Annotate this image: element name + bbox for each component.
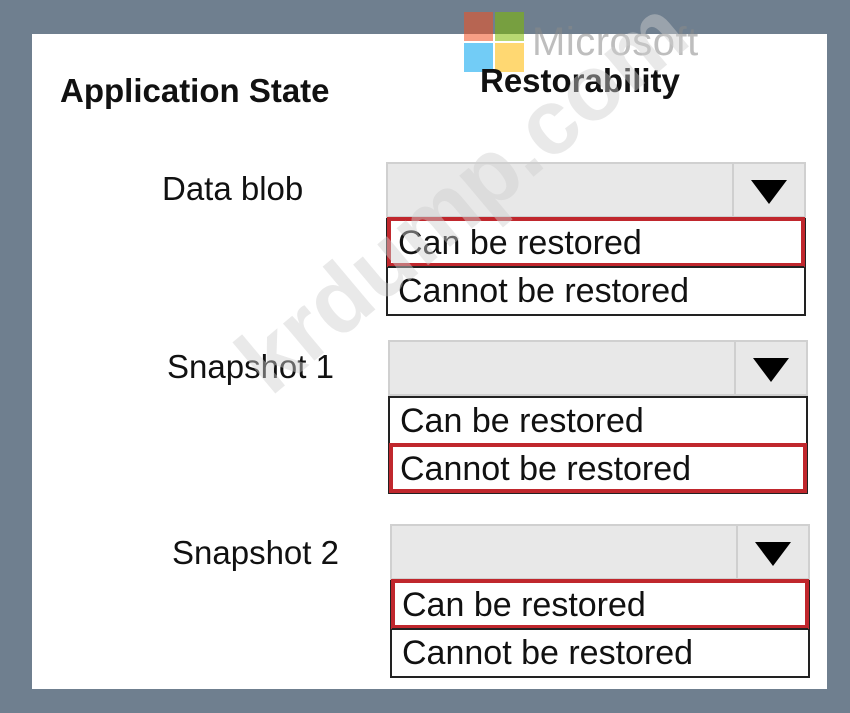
option-cannot-be-restored[interactable]: Cannot be restored xyxy=(392,628,808,676)
row-label-snapshot-1: Snapshot 1 xyxy=(167,348,334,385)
answer-panel: Microsoft Application State Restorabilit… xyxy=(32,0,827,689)
option-list: Can be restored Cannot be restored xyxy=(388,396,808,494)
option-can-be-restored[interactable]: Can be restored xyxy=(390,396,806,444)
select-box[interactable] xyxy=(390,524,810,580)
row-label-data-blob: Data blob xyxy=(162,170,304,207)
option-can-be-restored[interactable]: Can be restored xyxy=(391,579,809,629)
option-list: Can be restored Cannot be restored xyxy=(390,579,810,678)
option-cannot-be-restored[interactable]: Cannot be restored xyxy=(389,443,807,493)
dropdown-arrow-button[interactable] xyxy=(732,164,804,216)
triangle-down-icon xyxy=(751,180,787,204)
row-label-snapshot-2: Snapshot 2 xyxy=(172,534,339,571)
dropdown-snapshot-2[interactable]: Can be restored Cannot be restored xyxy=(390,524,810,678)
dropdown-snapshot-1[interactable]: Can be restored Cannot be restored xyxy=(388,340,808,494)
option-list: Can be restored Cannot be restored xyxy=(386,217,806,316)
dropdown-arrow-button[interactable] xyxy=(736,526,808,578)
triangle-down-icon xyxy=(753,358,789,382)
restorability-header: Restorability xyxy=(480,62,680,99)
select-box[interactable] xyxy=(388,340,808,396)
dropdown-data-blob[interactable]: Can be restored Cannot be restored xyxy=(386,162,806,316)
option-cannot-be-restored[interactable]: Cannot be restored xyxy=(388,266,804,314)
dropdown-arrow-button[interactable] xyxy=(734,342,806,394)
application-state-header: Application State xyxy=(60,72,330,109)
select-box[interactable] xyxy=(386,162,806,218)
microsoft-logo-text: Microsoft xyxy=(532,20,699,64)
triangle-down-icon xyxy=(755,542,791,566)
option-can-be-restored[interactable]: Can be restored xyxy=(387,217,805,267)
